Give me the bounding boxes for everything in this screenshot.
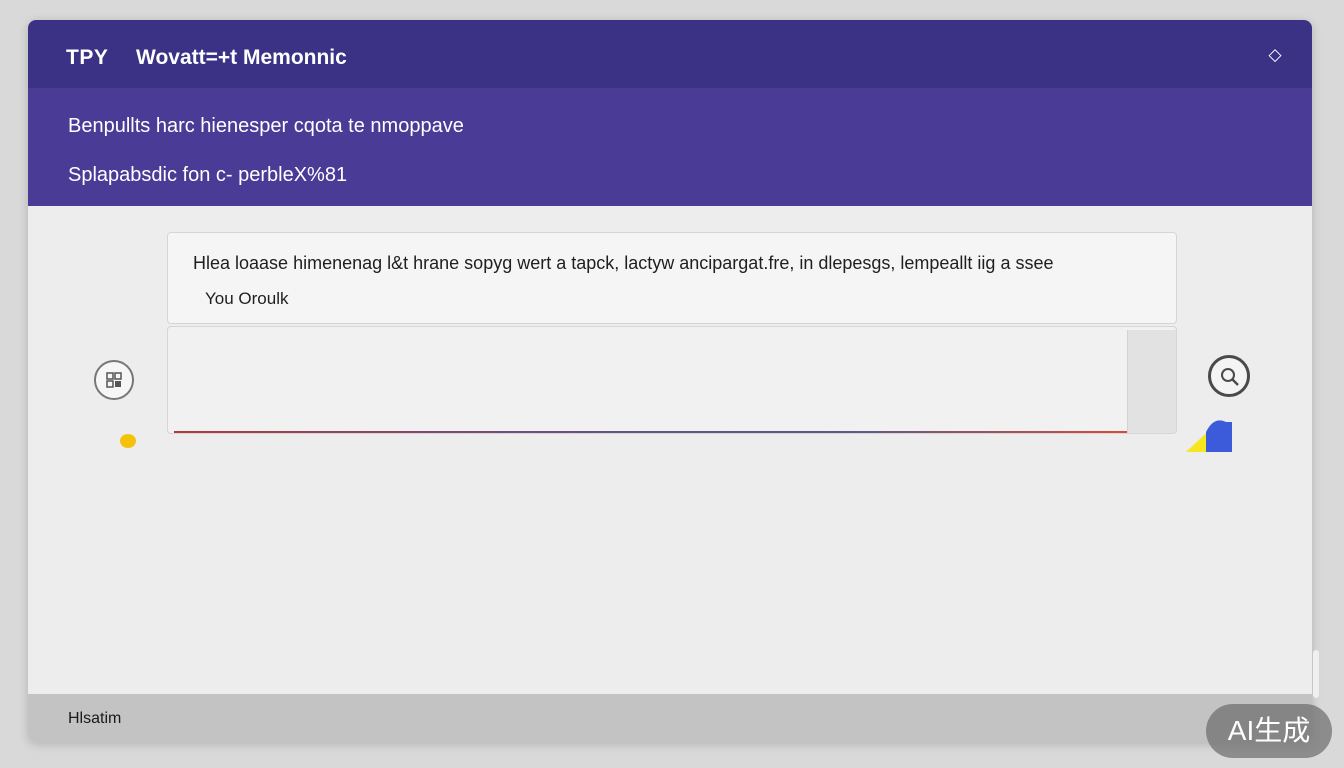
subheader-banner: Benpullts harc hienesper cqota te nmoppa… — [28, 88, 1312, 206]
brand-label: TPY — [66, 46, 109, 69]
title-bar: TPY Wovatt=+t Memonnic ◇ — [28, 20, 1312, 88]
ai-generated-badge: AI生成 — [1206, 704, 1332, 758]
message-bubble: Hlea loaase himenenag l&t hrane sopyg we… — [167, 232, 1177, 324]
grid-icon — [106, 372, 122, 388]
status-dot — [120, 434, 136, 448]
send-icon — [1186, 420, 1232, 452]
message-input[interactable] — [180, 337, 1124, 421]
search-button[interactable] — [1208, 355, 1250, 397]
status-bar: Hlsatim — [28, 694, 1312, 742]
input-focus-underline — [174, 431, 1127, 433]
subheader-line-2: Splapabsdic fon c- perbleX%81 — [68, 164, 348, 186]
chat-content: Hlea loaase himenenag l&t hrane sopyg we… — [28, 206, 1312, 694]
attach-button[interactable] — [94, 360, 134, 400]
status-text: Hlsatim — [68, 710, 122, 727]
message-text: Hlea loaase himenenag l&t hrane sopyg we… — [193, 253, 1054, 273]
send-button[interactable] — [1184, 416, 1236, 454]
app-title: Wovatt=+t Memonnic — [136, 46, 347, 69]
search-icon — [1221, 368, 1239, 386]
diamond-icon[interactable]: ◇ — [1264, 44, 1286, 66]
window-edge-handle — [1313, 650, 1319, 698]
message-sender: You Oroulk — [205, 289, 289, 308]
app-window: TPY Wovatt=+t Memonnic ◇ Benpullts harc … — [28, 20, 1312, 742]
composer-scrollbar[interactable] — [1127, 330, 1176, 433]
message-composer — [167, 326, 1177, 434]
subheader-line-1: Benpullts harc hienesper cqota te nmoppa… — [68, 115, 464, 137]
